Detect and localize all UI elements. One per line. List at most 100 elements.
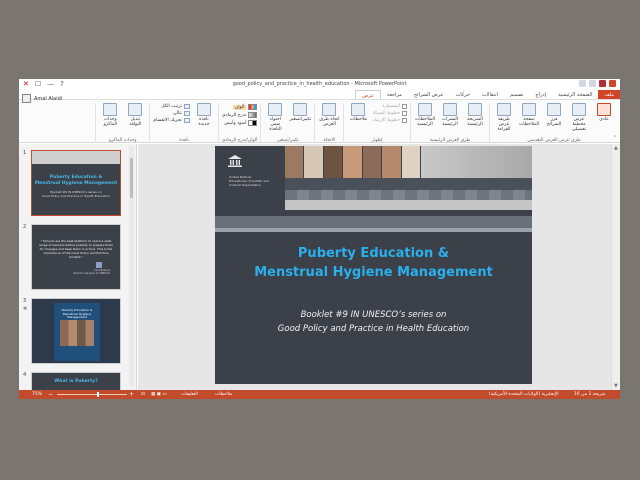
notes-status-button[interactable]: ملاحظات (215, 392, 232, 397)
slide-thumbnail-3[interactable]: Puberty Education & Menstrual Hygiene Ma… (31, 298, 121, 364)
scroll-down-icon[interactable]: ▼ (614, 383, 618, 389)
tab-transitions[interactable]: انتقالات (476, 90, 504, 99)
fit-slide-icon[interactable]: ⊡ (141, 392, 145, 397)
gridlines-check[interactable]: خطوط الشبكة (372, 111, 407, 116)
editor-scrollbar[interactable]: ▲ ▼ (611, 144, 620, 390)
tab-slideshow[interactable]: عرض الشرائح (408, 90, 450, 99)
thumb-booklet-cover: Puberty Education & Menstrual Hygiene Ma… (54, 303, 100, 361)
zoom-slider[interactable] (57, 394, 127, 395)
help-icon[interactable]: ? (60, 80, 64, 88)
notes-icon (351, 103, 366, 116)
group-label: الاتجاه (323, 138, 336, 143)
zoom-level[interactable]: 75% (32, 392, 42, 397)
outline-view-button[interactable]: عرض مخطط تفصيلي (568, 103, 590, 143)
zoom-out-icon[interactable]: − (48, 391, 53, 398)
slide-thumbnail-2[interactable]: " Schools are the best platform to reach… (31, 224, 121, 290)
title-bar: good_policy_and_practice_in_health_educa… (19, 79, 620, 90)
window-controls: ✕ ☐ — ? (23, 80, 64, 88)
redo-icon[interactable] (579, 80, 586, 87)
photo (362, 146, 383, 178)
zoom-slider-thumb[interactable] (97, 392, 99, 397)
user-account[interactable]: Amal Alaidi (22, 94, 62, 103)
notes-page-button[interactable]: صفحة الملاحظات (518, 103, 540, 143)
arrange-all-button[interactable]: ترتيب الكل (153, 104, 190, 109)
group-label: تكبير/تصغير (277, 138, 299, 143)
handout-master-button[interactable]: النشرات الرئيسية (439, 103, 461, 143)
notes-master-button[interactable]: الملاحظات الرئيسية (414, 103, 436, 143)
thumb-title: Puberty Education & Menstrual Hygiene Man… (34, 175, 118, 186)
minimize-icon[interactable]: — (47, 80, 54, 88)
move-split-button[interactable]: تحريك الانقسام (153, 118, 190, 123)
tab-design[interactable]: تصميم (504, 90, 529, 99)
slide-indicator: شريحة 1 من 16 (574, 392, 606, 397)
group-label: وحدات الماكرو (108, 138, 137, 143)
cascade-button[interactable]: تتالي (153, 111, 190, 116)
tab-file[interactable]: ملف (598, 90, 620, 99)
checkbox (402, 111, 407, 116)
tab-insert[interactable]: إدراج (529, 90, 552, 99)
slide-editor: United Nations Educational, Scientific a… (138, 144, 620, 390)
ruler-check[interactable]: المسطرة (372, 104, 407, 109)
tab-animations[interactable]: حركات (449, 90, 475, 99)
notes-button[interactable]: ملاحظات (347, 103, 369, 143)
color-options: ألوان تدرج الرمادي أسود وأبيض (222, 103, 258, 143)
thumb-quote: " Schools are the best platform to reach… (38, 239, 114, 259)
unesco-name: United Nations Educational, Scientific a… (229, 175, 269, 187)
slide-title[interactable]: Puberty Education & Menstrual Hygiene Ma… (215, 244, 532, 282)
cascade-icon (183, 111, 190, 116)
direction-button[interactable]: اتجاه طرق العرض (318, 103, 340, 143)
current-slide[interactable]: United Nations Educational, Scientific a… (215, 146, 532, 384)
checkbox (402, 118, 407, 123)
tab-view[interactable]: عرض (355, 90, 381, 99)
slide-master-button[interactable]: الشريحة الرئيسية (464, 103, 486, 143)
divider-band (215, 216, 532, 228)
user-name: Amal Alaidi (34, 95, 63, 102)
group-label: إظهار (372, 138, 383, 143)
unesco-logo-icon (228, 155, 242, 167)
group-macros: تبديل النوافذ وحدات الماكرو وحدات الماكر… (95, 103, 149, 143)
grayscale-swatch-icon (248, 112, 258, 118)
maximize-icon[interactable]: ☐ (35, 80, 41, 88)
slide-thumbnail-4[interactable]: What is Puberty? (31, 372, 121, 390)
thumb-cover-title: Puberty Education & Menstrual Hygiene Ma… (61, 308, 93, 320)
language-indicator[interactable]: الإنجليزية (الولايات المتحدة الأمريكية) (489, 392, 559, 397)
slide-thumbnail-1[interactable]: Puberty Education & Menstrual Hygiene Man… (31, 150, 121, 216)
macros-button[interactable]: وحدات الماكرو (99, 103, 121, 143)
reading-view-button[interactable]: طريقة عرض القراءة (493, 103, 515, 143)
grayscale-option[interactable]: تدرج الرمادي (222, 112, 258, 118)
tab-home[interactable]: الصفحة الرئيسية (552, 90, 599, 99)
scrollbar-thumb[interactable] (130, 158, 133, 198)
guides-check[interactable]: خطوط الإرشاد (372, 118, 407, 123)
tab-review[interactable]: مراجعة (381, 90, 408, 99)
group-label: ألوان/تدرج الرمادي (221, 138, 258, 143)
scroll-up-icon[interactable]: ▲ (614, 145, 618, 151)
slide-subtitle[interactable]: Booklet #9 IN UNESCO’s series on Good Po… (215, 309, 532, 336)
switch-windows-button[interactable]: تبديل النوافذ (124, 103, 146, 143)
group-master-views: الشريحة الرئيسية النشرات الرئيسية الملاح… (410, 103, 489, 143)
fit-to-window-button[interactable]: احتواء ضمن النافذة (264, 103, 286, 143)
new-window-button[interactable]: نافذة جديدة (193, 103, 215, 143)
zoom-button[interactable]: تكبير/تصغير (289, 103, 311, 143)
zoom-in-icon[interactable]: + (129, 391, 134, 398)
group-label: نافذة (179, 138, 189, 143)
header-stripes (285, 190, 532, 200)
window-options: ترتيب الكل تتالي تحريك الانقسام (153, 103, 190, 143)
slide-sorter-button[interactable]: فرز الشرائح (543, 103, 565, 143)
thumb-subtitle: Booklet #9 IN UNESCO's series on Good Pol… (42, 190, 110, 198)
close-icon[interactable]: ✕ (23, 80, 29, 88)
view-buttons-icon[interactable]: ▦ ▣ ▭ (151, 392, 167, 397)
black-white-option[interactable]: أسود وأبيض (222, 120, 258, 126)
normal-view-button[interactable]: عادي (593, 103, 615, 143)
thumb-photo-strip (32, 151, 120, 164)
direction-icon (322, 103, 337, 116)
thumbnail-scrollbar[interactable] (129, 146, 134, 386)
ribbon-tabs: ملف الصفحة الرئيسية إدراج تصميم انتقالات… (355, 90, 620, 99)
color-option[interactable]: ألوان (222, 104, 258, 110)
color-swatch-icon (248, 104, 258, 110)
collapse-ribbon-icon[interactable]: ⌃ (613, 135, 617, 141)
group-color: ألوان تدرج الرمادي أسود وأبيض ألوان/تدرج… (217, 103, 261, 143)
undo-icon[interactable] (589, 80, 596, 87)
comments-button[interactable]: التعليقات (181, 392, 198, 397)
show-checks: المسطرة خطوط الشبكة خطوط الإرشاد (372, 103, 407, 143)
save-icon[interactable] (599, 80, 606, 87)
